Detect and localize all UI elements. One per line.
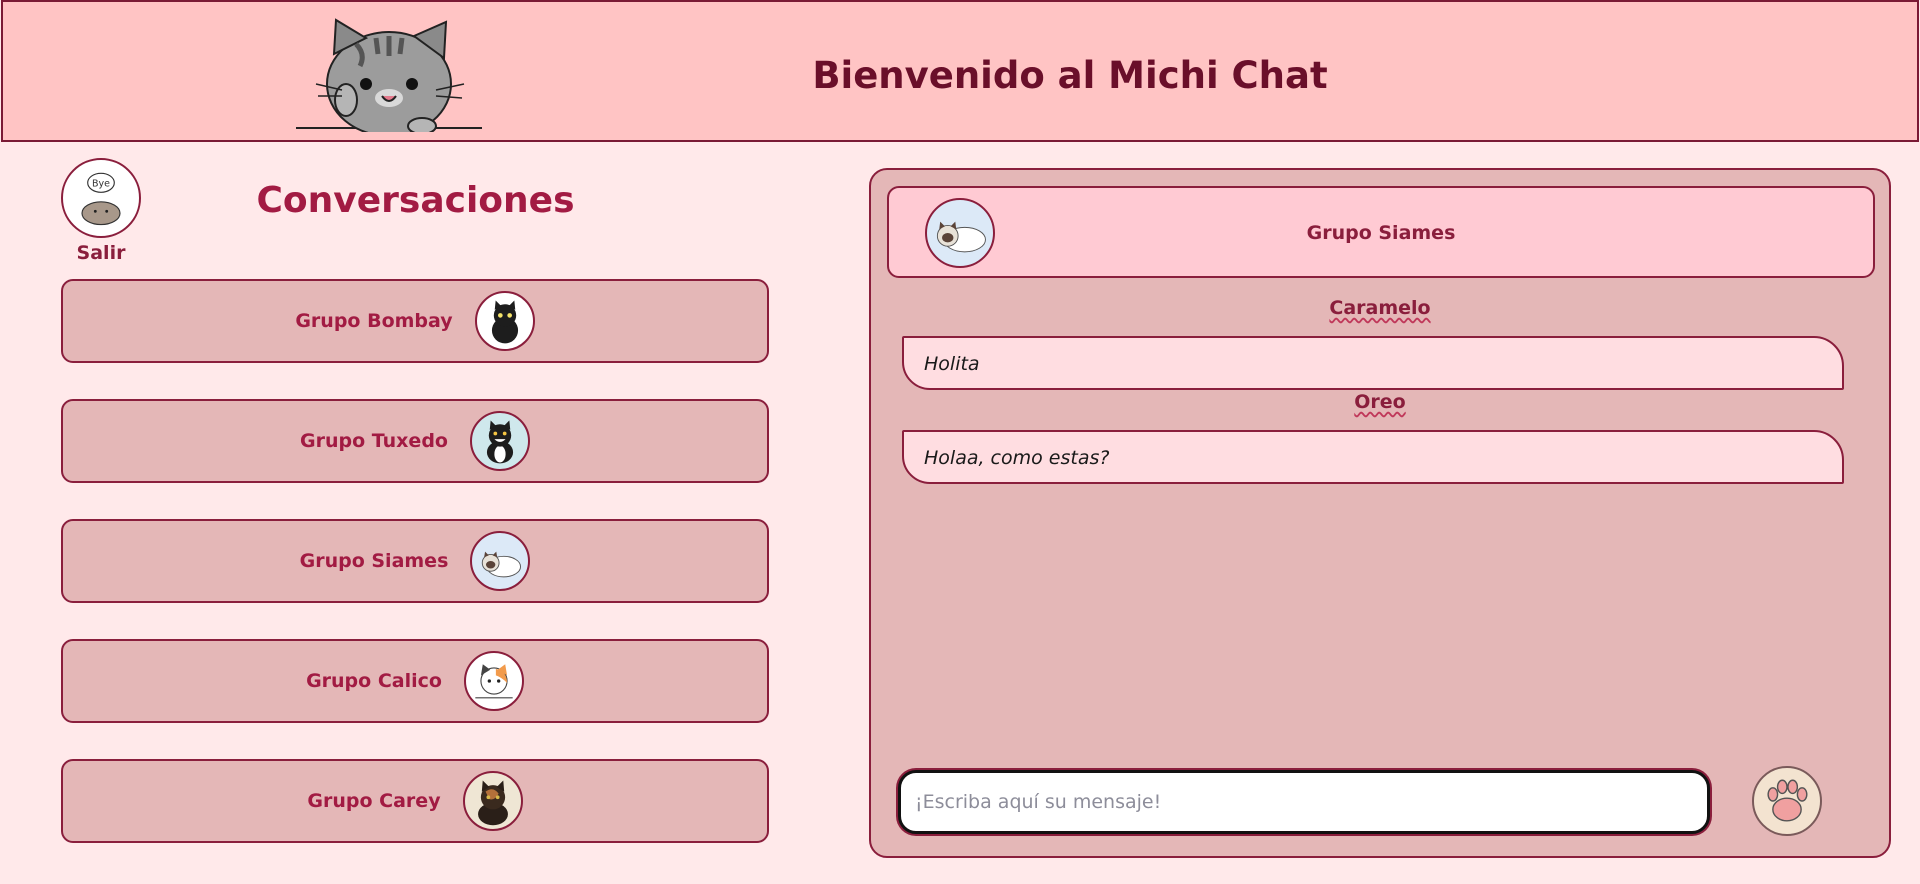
conversation-item-bombay[interactable]: Grupo Bombay [61, 279, 769, 363]
message-input[interactable] [898, 770, 1710, 834]
chat-group-name: Grupo Siames [1306, 222, 1456, 244]
conversation-label[interactable]: Grupo Siames [300, 550, 449, 572]
conversation-label[interactable]: Grupo Calico [306, 670, 442, 692]
black-cat-icon [474, 291, 535, 351]
app-header: Bienvenido al Michi Chat [1, 0, 1919, 142]
chat-header: Grupo Siames [887, 186, 1875, 278]
logout-label[interactable]: Salir [61, 242, 141, 264]
conversation-item-carey[interactable]: Grupo Carey [61, 759, 769, 843]
message-sender: Caramelo [1329, 297, 1431, 319]
message-bubble: Holita [902, 336, 1844, 390]
chat-panel: Grupo Siames Caramelo Holita Oreo Holaa,… [869, 168, 1891, 858]
conversation-item-siames[interactable]: Grupo Siames [61, 519, 769, 603]
tortoiseshell-cat-icon [462, 771, 523, 831]
conversations-title: Conversaciones [256, 180, 575, 221]
message-bubble: Holaa, como estas? [902, 430, 1844, 484]
siamese-cat-icon [470, 531, 531, 591]
page-title: Bienvenido al Michi Chat [812, 54, 1328, 97]
conversation-label[interactable]: Grupo Tuxedo [300, 430, 448, 452]
send-button[interactable] [1752, 766, 1822, 836]
conversation-item-tuxedo[interactable]: Grupo Tuxedo [61, 399, 769, 483]
calico-cat-icon [463, 651, 524, 711]
conversation-label[interactable]: Grupo Bombay [295, 310, 452, 332]
tuxedo-cat-icon [469, 411, 530, 471]
message-sender: Oreo [1354, 391, 1406, 413]
conversation-item-calico[interactable]: Grupo Calico [61, 639, 769, 723]
paw-icon[interactable] [1754, 768, 1820, 834]
conversation-label[interactable]: Grupo Carey [307, 790, 440, 812]
